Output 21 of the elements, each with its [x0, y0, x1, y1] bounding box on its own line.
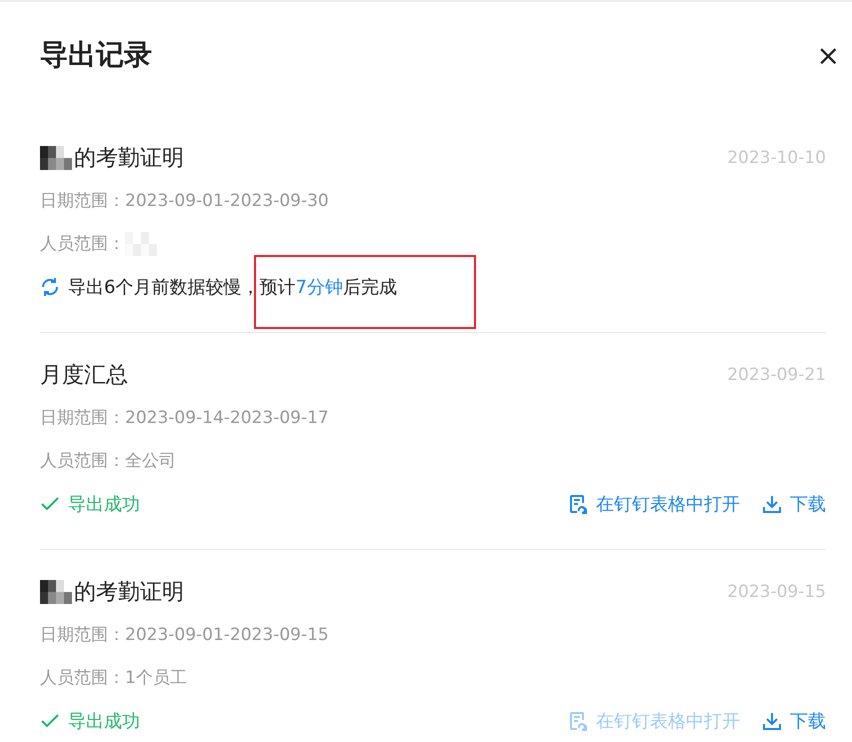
date-range-text: 日期范围：2023-09-01-2023-09-30 — [40, 190, 329, 212]
panel-title: 导出记录 — [40, 37, 152, 73]
download-button[interactable]: 下载 — [762, 492, 826, 516]
date-range-text: 日期范围：2023-09-14-2023-09-17 — [40, 407, 329, 429]
people-range-text: 人员范围：全公司 — [40, 450, 176, 472]
status-text: 导出成功 — [68, 492, 140, 516]
download-icon — [762, 710, 782, 730]
record-title: 的考勤证明 — [74, 578, 184, 606]
document-icon — [568, 710, 588, 730]
record-title: 的考勤证明 — [74, 144, 184, 172]
status-text: 导出成功 — [68, 710, 140, 732]
people-range-text: 人员范围： — [40, 233, 125, 255]
download-button[interactable]: 下载 — [762, 708, 826, 732]
record-title: 月度汇总 — [40, 362, 128, 390]
people-range-text: 人员范围：1个员工 — [40, 667, 187, 689]
date-range-text: 日期范围：2023-09-01-2023-09-15 — [40, 624, 329, 646]
document-icon — [568, 494, 588, 514]
download-icon — [762, 494, 782, 514]
close-button[interactable]: × — [816, 38, 840, 72]
open-in-sheet-button[interactable]: 在钉钉表格中打开 — [568, 492, 740, 516]
status-text: 导出6个月前数据较慢，预计7分钟后完成 — [68, 276, 397, 298]
